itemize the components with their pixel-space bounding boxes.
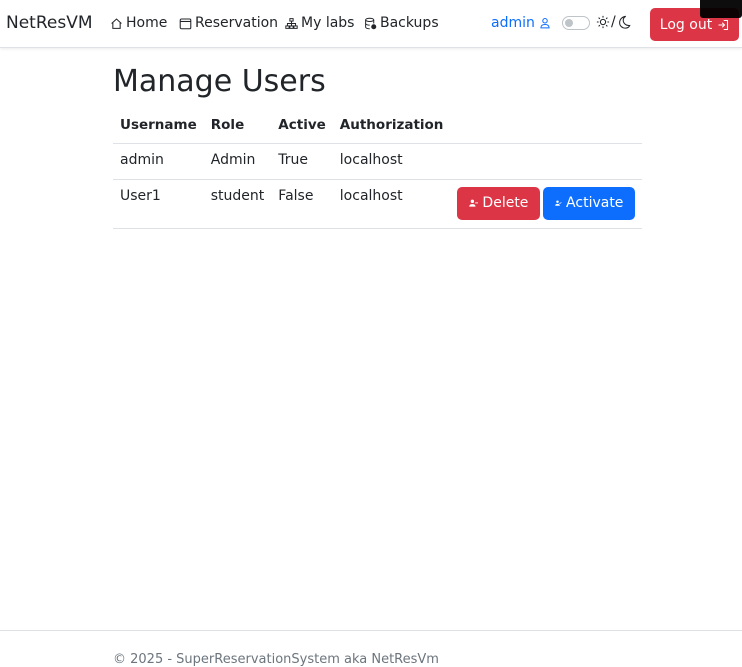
activate-user-button[interactable]: Activate: [543, 186, 636, 220]
nav-home-label: Home: [126, 15, 168, 31]
nav-home-link[interactable]: Home: [110, 15, 167, 31]
table-row: admin Admin True localhost: [113, 143, 643, 180]
house-icon: [111, 17, 122, 29]
cell-actions: Delete Activate: [450, 179, 643, 229]
cell-active: False: [271, 179, 333, 229]
cell-authorization: localhost: [332, 143, 451, 180]
brand-link[interactable]: NetResVM: [6, 13, 93, 33]
activate-label: Activate: [566, 195, 624, 211]
nav-mylabs-link[interactable]: My labs: [285, 15, 354, 31]
theme-separator: /: [611, 14, 616, 30]
delete-user-button[interactable]: Delete: [457, 186, 541, 220]
cell-username: User1: [113, 179, 204, 229]
calendar-icon: [179, 18, 192, 29]
user-name: admin: [491, 15, 535, 31]
nav-reservation-label: Reservation: [195, 15, 279, 31]
nav-mylabs-label: My labs: [301, 15, 355, 31]
footer-divider: [0, 630, 742, 631]
page-title: Manage Users: [113, 64, 326, 99]
database-icon: [365, 17, 377, 29]
row-actions: Delete Activate: [457, 186, 636, 220]
footer-copyright: © 2025 - SuperReservationSystem aka NetR…: [113, 652, 439, 667]
users-table: Username Role Active Authorization admin…: [113, 107, 643, 229]
person-dash-icon: [469, 199, 479, 207]
table-row: User1 student False localhost Delete Act…: [113, 179, 643, 229]
nav-reservation-link[interactable]: Reservation: [179, 15, 278, 31]
column-header-username: Username: [113, 107, 204, 144]
delete-label: Delete: [482, 195, 529, 211]
moon-icon: [618, 15, 631, 29]
logout-label: Log out: [659, 16, 713, 33]
navbar: NetResVM Home Reservation My labs Backup…: [0, 0, 742, 48]
column-header-role: Role: [203, 107, 272, 144]
sun-icon: [596, 15, 610, 29]
user-menu-link[interactable]: admin: [491, 15, 551, 31]
cell-active: True: [271, 143, 333, 180]
theme-icons: /: [596, 14, 631, 30]
cell-username: admin: [113, 143, 204, 180]
toggle-knob: [565, 19, 573, 27]
column-header-active: Active: [271, 107, 333, 144]
person-check-icon: [555, 200, 563, 206]
column-header-authorization: Authorization: [332, 107, 451, 144]
diagram-icon: [285, 17, 298, 29]
table-header-row: Username Role Active Authorization: [113, 107, 643, 144]
cell-authorization: localhost: [332, 179, 451, 229]
person-icon: [540, 18, 550, 29]
theme-toggle-switch[interactable]: [562, 16, 590, 30]
cell-role: Admin: [203, 143, 272, 180]
cell-role: student: [203, 179, 272, 229]
cell-actions: [450, 143, 643, 180]
column-header-actions: [450, 107, 643, 144]
window-corner-overlay: [700, 0, 742, 18]
nav-backups-link[interactable]: Backups: [364, 15, 439, 31]
nav-backups-label: Backups: [380, 15, 439, 31]
box-arrow-in-icon: [718, 19, 729, 30]
